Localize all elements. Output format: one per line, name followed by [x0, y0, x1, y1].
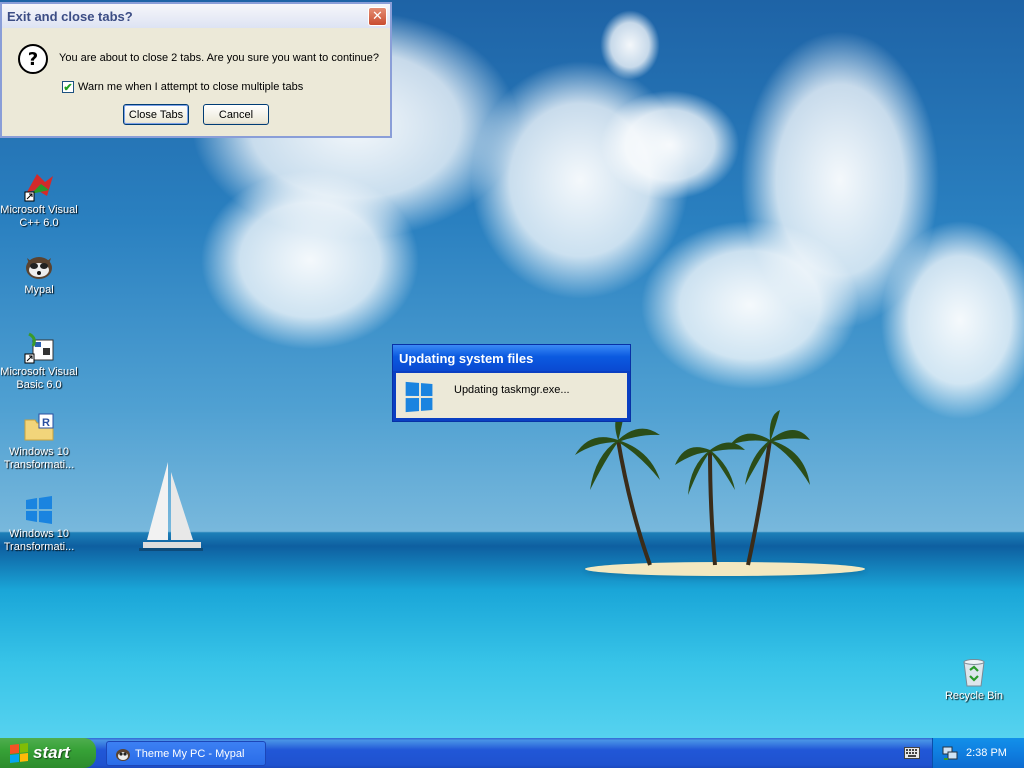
desktop-icon-mypal[interactable]: Mypal	[0, 250, 78, 297]
taskbar: start Theme My PC - Mypal 2:38 PM	[0, 738, 1024, 768]
network-icon[interactable]	[942, 745, 958, 761]
windows-flag-icon	[10, 743, 28, 763]
cloud	[600, 90, 740, 200]
warn-checkbox-label[interactable]: Warn me when I attempt to close multiple…	[78, 81, 303, 93]
update-title: Updating system files	[399, 350, 534, 366]
cloud	[880, 220, 1024, 420]
update-titlebar[interactable]: Updating system files	[393, 345, 630, 371]
desktop-icon-label: Microsoft Visual C++ 6.0	[0, 204, 78, 229]
cancel-button[interactable]: Cancel	[203, 104, 269, 125]
taskbar-item-mypal[interactable]: Theme My PC - Mypal	[106, 741, 266, 766]
warn-checkbox[interactable]: ✔	[62, 81, 74, 94]
dialog-title: Exit and close tabs?	[7, 8, 133, 24]
desktop-icon-visual-cpp[interactable]: Microsoft Visual C++ 6.0	[0, 170, 78, 230]
folder-r-icon: R	[23, 412, 55, 444]
desktop-icon-recycle-bin[interactable]: Recycle Bin	[935, 656, 1013, 703]
close-tabs-button[interactable]: Close Tabs	[123, 104, 189, 125]
start-button[interactable]: start	[0, 738, 96, 768]
visual-basic-icon	[23, 332, 55, 364]
sailboat-image	[139, 462, 203, 551]
svg-text:R: R	[42, 417, 50, 429]
question-icon: ?	[18, 44, 48, 74]
desktop-icon-visual-basic[interactable]: Microsoft Visual Basic 6.0	[0, 332, 78, 392]
start-label: start	[33, 743, 70, 762]
close-icon[interactable]: ✕	[368, 6, 387, 26]
system-tray: 2:38 PM	[932, 738, 1024, 768]
dialog-message: You are about to close 2 tabs. Are you s…	[59, 52, 380, 64]
desktop-icon-label: Recycle Bin	[944, 690, 1004, 702]
dialog-titlebar[interactable]: Exit and close tabs? ✕	[2, 4, 390, 28]
taskbar-item-label: Theme My PC - Mypal	[135, 747, 245, 760]
update-body: Updating taskmgr.exe...	[396, 373, 627, 418]
mypal-icon	[115, 746, 131, 762]
desktop-icon-label: Windows 10 Transformati...	[3, 528, 75, 553]
cloud	[600, 10, 660, 80]
windows-logo-icon	[405, 381, 433, 413]
cloud	[200, 170, 420, 350]
cloud	[640, 220, 860, 390]
mypal-icon	[23, 250, 55, 282]
desktop-icon-label: Microsoft Visual Basic 6.0	[0, 366, 78, 391]
updating-system-files-window: Updating system files Updating taskmgr.e…	[392, 344, 631, 422]
update-message: Updating taskmgr.exe...	[454, 384, 570, 396]
desktop-icon-label: Mypal	[24, 284, 54, 296]
visual-cpp-icon	[23, 170, 55, 202]
desktop-icon-windows10-transformation-folder[interactable]: R Windows 10 Transformati...	[0, 412, 78, 472]
keyboard-icon[interactable]	[903, 745, 921, 761]
clock[interactable]: 2:38 PM	[966, 747, 1007, 759]
exit-close-tabs-dialog: Exit and close tabs? ✕ ? You are about t…	[0, 2, 392, 138]
palm-trees-image	[575, 410, 810, 566]
recycle-bin-icon	[958, 656, 990, 688]
warn-checkbox-row[interactable]: ✔ Warn me when I attempt to close multip…	[62, 81, 303, 94]
desktop-icon-windows10-transformation[interactable]: Windows 10 Transformati...	[0, 494, 78, 554]
desktop-icon-label: Windows 10 Transformati...	[3, 446, 75, 471]
windows-logo-icon	[23, 494, 55, 526]
